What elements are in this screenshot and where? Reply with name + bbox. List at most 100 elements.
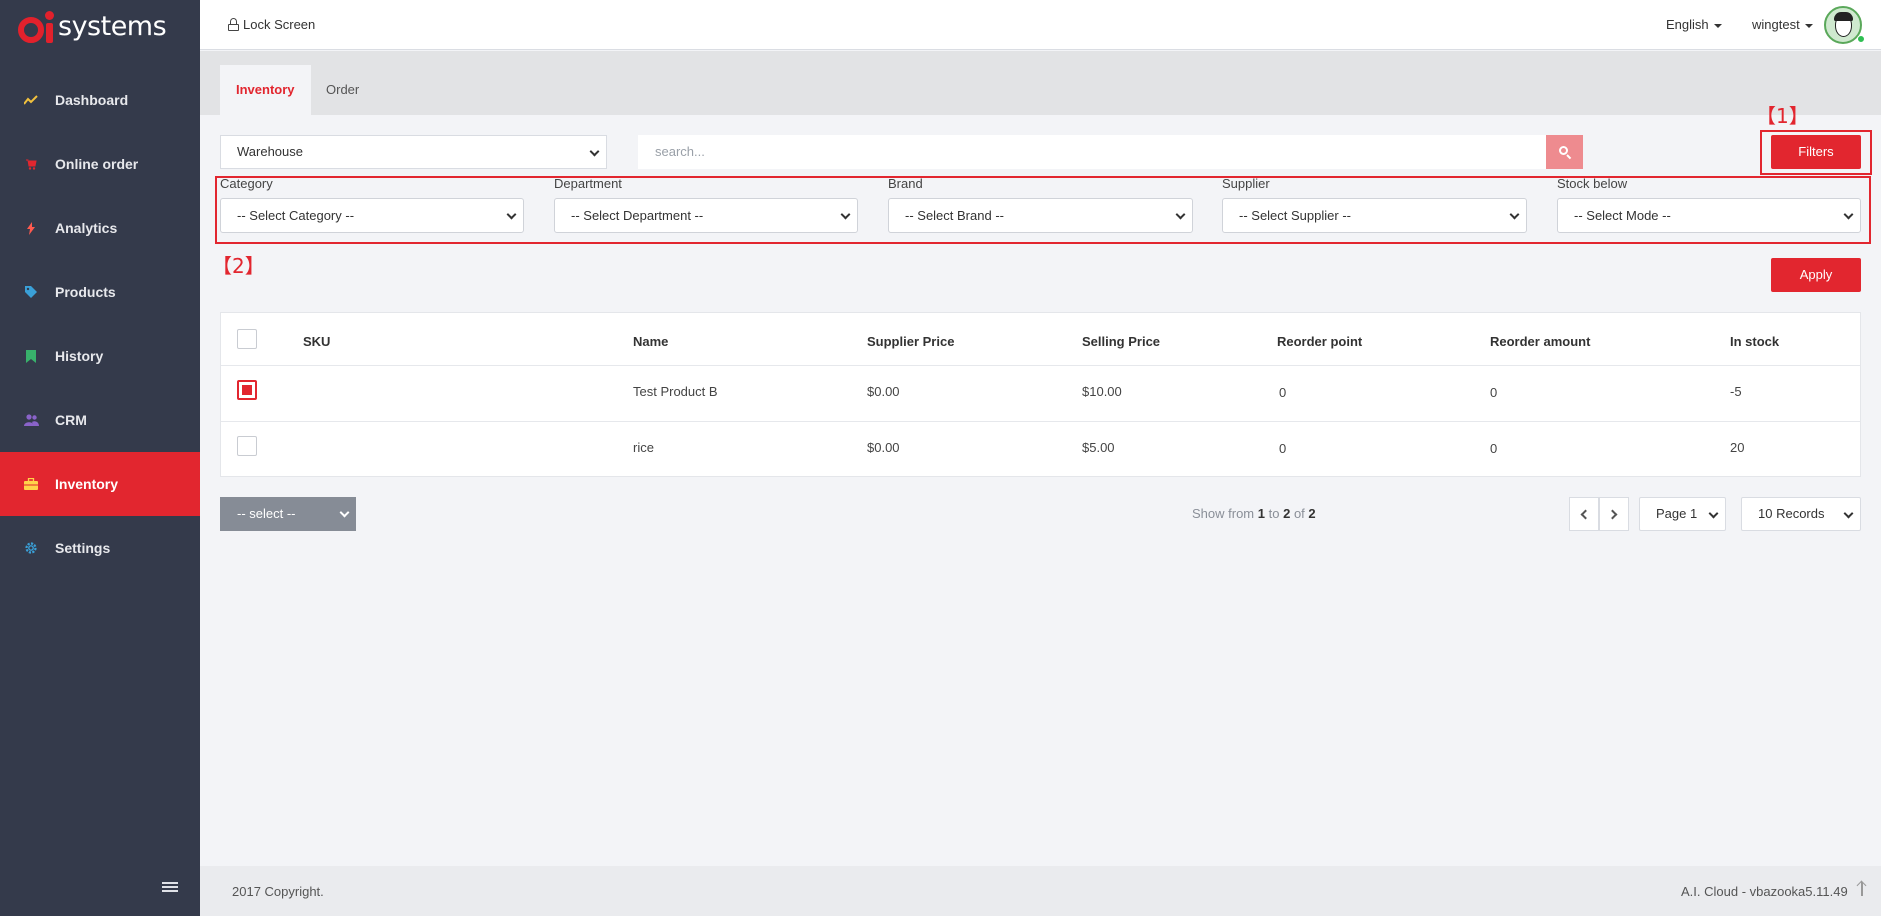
- user-dropdown[interactable]: wingtest: [1752, 17, 1813, 32]
- sidebar-collapse-icon[interactable]: [162, 882, 178, 894]
- sidebar-item-label: Analytics: [55, 220, 118, 236]
- bolt-icon: [23, 220, 39, 236]
- show-prefix: Show from: [1192, 506, 1255, 521]
- gear-icon: [23, 540, 39, 556]
- inventory-table: SKU Name Supplier Price Selling Price Re…: [220, 312, 1861, 477]
- records-per-page-select[interactable]: 10 Records: [1741, 497, 1861, 531]
- column-header-selling-price[interactable]: Selling Price: [1082, 334, 1160, 349]
- range-from: 1: [1257, 506, 1265, 521]
- language-dropdown[interactable]: English: [1666, 17, 1722, 32]
- bookmark-icon: [23, 348, 39, 364]
- tags-icon: [23, 284, 39, 300]
- supplier-select[interactable]: -- Select Supplier --: [1222, 198, 1527, 233]
- sidebar-item-products[interactable]: Products: [0, 260, 200, 324]
- caret-down-icon: [1713, 23, 1722, 28]
- bulk-action-select[interactable]: -- select --: [220, 497, 356, 531]
- department-select[interactable]: -- Select Department --: [554, 198, 858, 233]
- chevron-down-icon: [339, 507, 350, 518]
- records-value: 10 Records: [1758, 506, 1825, 521]
- scroll-to-top-icon[interactable]: [1861, 882, 1863, 896]
- chevron-down-icon: [1843, 508, 1854, 519]
- sidebar-item-label: History: [55, 348, 104, 364]
- tab-inventory[interactable]: Inventory: [220, 65, 311, 115]
- chevron-right-icon: [1607, 509, 1618, 519]
- cell-in-stock: 20: [1730, 440, 1745, 455]
- cell-reorder-point: 0: [1279, 441, 1287, 456]
- category-select[interactable]: -- Select Category --: [220, 198, 524, 233]
- annotation-marker-2: 【2】: [212, 254, 265, 278]
- sidebar-item-online-order[interactable]: Online order: [0, 132, 200, 196]
- footer: 2017 Copyright. A.I. Cloud - vbazooka5.1…: [200, 866, 1881, 916]
- range-to: 2: [1283, 506, 1291, 521]
- filters-button[interactable]: Filters: [1771, 135, 1861, 169]
- logo[interactable]: systems: [0, 0, 200, 50]
- row-divider: [221, 421, 1860, 422]
- search-input[interactable]: search...: [638, 135, 1546, 169]
- chevron-down-icon: [506, 209, 517, 220]
- logo-mark-icon: [18, 9, 60, 43]
- chevron-down-icon: [1509, 209, 1520, 220]
- cell-selling-price: $10.00: [1082, 384, 1122, 399]
- warehouse-select[interactable]: Warehouse: [220, 135, 607, 169]
- online-status-dot: [1857, 35, 1865, 43]
- stock-below-select[interactable]: -- Select Mode --: [1557, 198, 1861, 233]
- logo-text: systems: [58, 10, 167, 42]
- cell-reorder-point: 0: [1279, 385, 1287, 400]
- sidebar-item-label: Online order: [55, 156, 139, 172]
- tab-bar: Inventory Order: [200, 51, 1881, 115]
- language-label: English: [1666, 17, 1709, 32]
- chevron-down-icon: [1708, 508, 1719, 519]
- range-total: 2: [1308, 506, 1316, 521]
- brand-select[interactable]: -- Select Brand --: [888, 198, 1193, 233]
- version-text: A.I. Cloud - vbazooka5.11.49: [1681, 884, 1848, 899]
- cell-in-stock: -5: [1730, 384, 1742, 399]
- sidebar-item-label: Inventory: [55, 476, 119, 492]
- cell-supplier-price: $0.00: [867, 440, 900, 455]
- row-checkbox[interactable]: [237, 436, 257, 456]
- users-icon: [23, 412, 39, 428]
- to-word: to: [1268, 506, 1280, 521]
- sidebar-item-analytics[interactable]: Analytics: [0, 196, 200, 260]
- column-header-reorder-amount[interactable]: Reorder amount: [1490, 334, 1590, 349]
- column-header-in-stock[interactable]: In stock: [1730, 334, 1779, 349]
- sidebar-item-dashboard[interactable]: Dashboard: [0, 68, 200, 132]
- select-all-checkbox[interactable]: [237, 329, 257, 349]
- sidebar-item-label: Dashboard: [55, 92, 129, 108]
- sidebar-item-inventory[interactable]: Inventory: [0, 452, 200, 516]
- column-header-name[interactable]: Name: [633, 334, 668, 349]
- column-header-supplier-price[interactable]: Supplier Price: [867, 334, 954, 349]
- briefcase-icon: [23, 476, 39, 492]
- cart-icon: [23, 156, 39, 172]
- annotation-marker-1: 【1】: [1756, 104, 1809, 128]
- prev-page-button[interactable]: [1569, 497, 1599, 531]
- column-header-reorder-point[interactable]: Reorder point: [1277, 334, 1362, 349]
- bulk-action-value: -- select --: [237, 506, 296, 521]
- page-select[interactable]: Page 1: [1639, 497, 1726, 531]
- copyright-text: 2017 Copyright.: [232, 884, 324, 899]
- supplier-label: Supplier: [1222, 176, 1270, 191]
- sidebar-item-crm[interactable]: CRM: [0, 388, 200, 452]
- page-value: Page 1: [1656, 506, 1698, 521]
- next-page-button[interactable]: [1599, 497, 1629, 531]
- username-label: wingtest: [1752, 17, 1800, 32]
- sidebar-item-label: CRM: [55, 412, 87, 428]
- row-checkbox[interactable]: [237, 380, 257, 400]
- caret-down-icon: [1804, 23, 1813, 28]
- chart-line-icon: [23, 92, 39, 108]
- column-header-sku[interactable]: SKU: [303, 334, 330, 349]
- cell-selling-price: $5.00: [1082, 440, 1115, 455]
- apply-button[interactable]: Apply: [1771, 258, 1861, 292]
- supplier-value: -- Select Supplier --: [1239, 208, 1351, 223]
- sidebar-item-settings[interactable]: Settings: [0, 516, 200, 580]
- top-bar: Lock Screen English wingtest: [200, 0, 1881, 50]
- cell-name: rice: [633, 440, 654, 455]
- sidebar-item-history[interactable]: History: [0, 324, 200, 388]
- row-divider: [221, 365, 1860, 366]
- tab-order[interactable]: Order: [310, 65, 375, 115]
- search-button[interactable]: [1546, 135, 1583, 169]
- category-label: Category: [220, 176, 273, 191]
- cell-name: Test Product B: [633, 384, 718, 399]
- brand-label: Brand: [888, 176, 923, 191]
- lock-screen-link[interactable]: Lock Screen: [228, 17, 315, 32]
- department-label: Department: [554, 176, 622, 191]
